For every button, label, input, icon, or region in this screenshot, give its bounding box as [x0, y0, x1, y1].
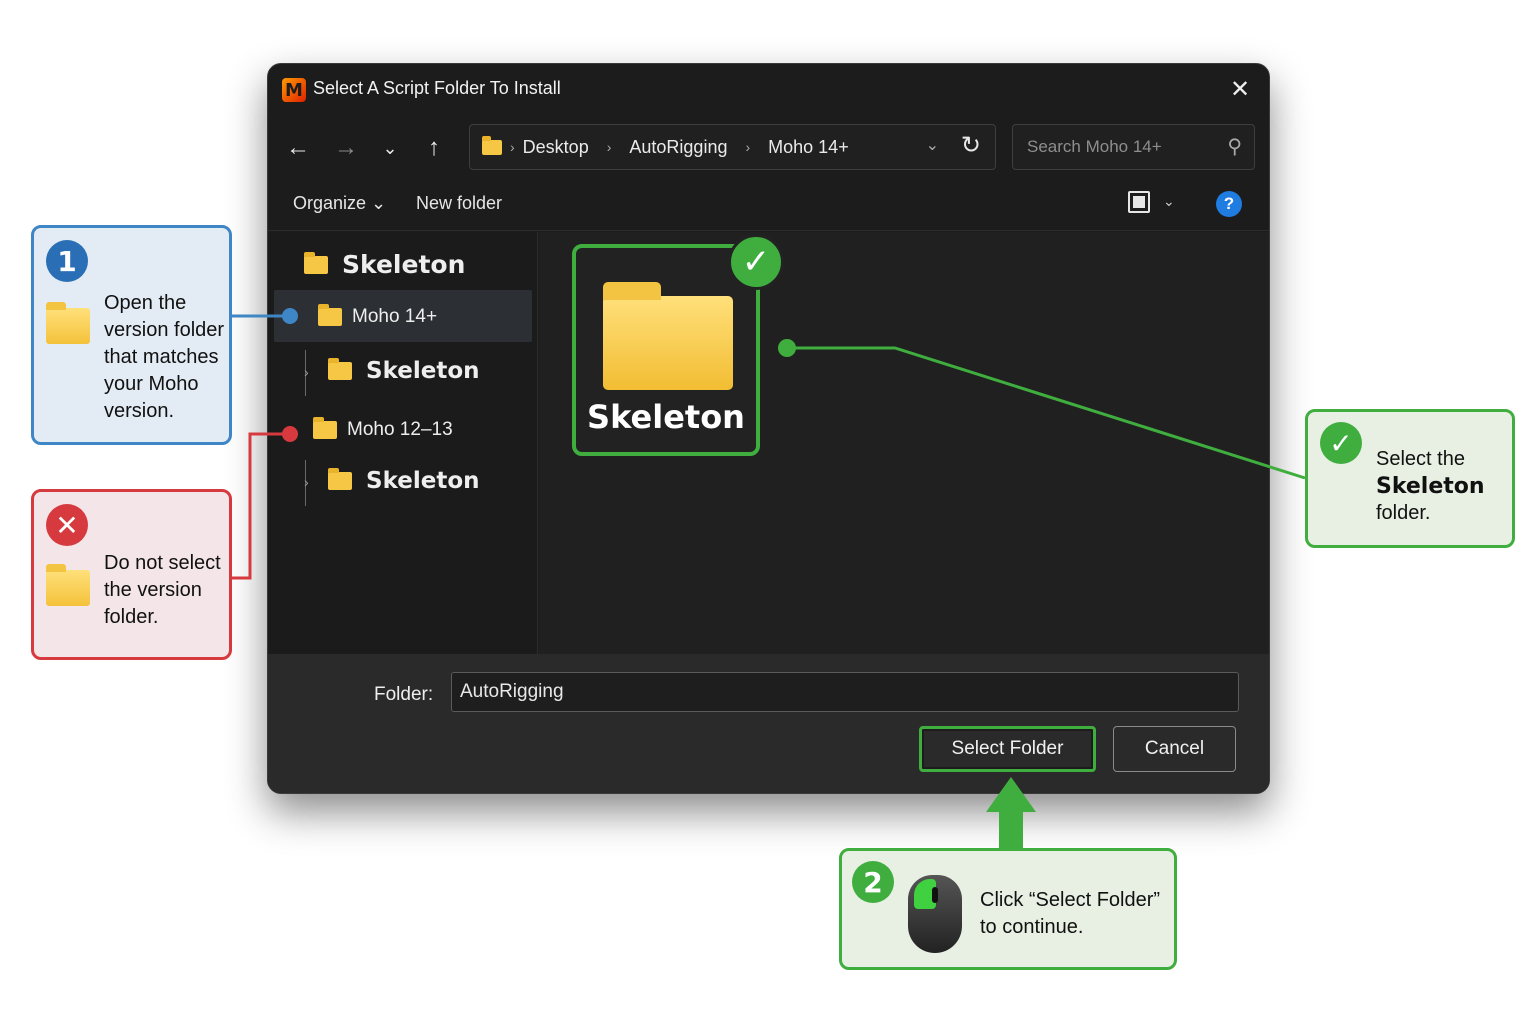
checkmark-icon: ✓ — [728, 234, 784, 290]
tree-item-skeleton-root[interactable]: Skeleton — [304, 250, 465, 279]
callout-step-1: 1 Open the version folder that matches y… — [31, 225, 232, 445]
organize-menu[interactable]: Organize ⌄ — [293, 193, 386, 214]
folder-icon — [313, 417, 337, 439]
breadcrumb-separator: › — [745, 139, 751, 155]
folder-tile-label: Skeleton — [587, 398, 745, 436]
back-arrow-icon[interactable]: ← — [280, 130, 316, 166]
callout-text: Select the Skeleton folder. — [1376, 448, 1485, 524]
folder-icon — [482, 135, 502, 155]
tree-item-skeleton-moho-12-13[interactable]: Skeleton — [328, 468, 480, 494]
tree-item-label: Moho 12–13 — [347, 419, 453, 440]
refresh-icon[interactable]: ↻ — [961, 131, 981, 160]
address-bar[interactable]: › Desktop › AutoRigging › Moho 14+ ⌄ ↻ — [469, 124, 996, 170]
folder-icon — [304, 251, 328, 274]
tree-item-skeleton-moho-14[interactable]: Skeleton — [328, 358, 480, 384]
callout-text: Open the version folder that matches you… — [104, 292, 225, 422]
close-button[interactable]: ✕ — [1225, 74, 1255, 104]
folder-tile-skeleton[interactable]: Skeleton ✓ — [572, 234, 784, 456]
folder-icon — [318, 304, 342, 326]
address-dropdown-icon[interactable]: ⌄ — [926, 135, 939, 155]
folder-icon — [46, 564, 90, 606]
command-toolbar: Organize ⌄ New folder ⌄ ? — [268, 179, 1269, 231]
callout-step-2: 2 Click “Select Folder” to continue. — [839, 848, 1177, 970]
large-folder-icon — [603, 282, 733, 390]
breadcrumb-desktop[interactable]: Desktop — [523, 137, 589, 158]
dialog-footer: Folder: AutoRigging Select Folder Cancel — [268, 654, 1269, 793]
breadcrumb-autorigging[interactable]: AutoRigging — [629, 137, 727, 158]
recent-locations-chevron-icon[interactable]: ⌄ — [372, 130, 408, 166]
navigation-pane: Skeleton Moho 14+ › Skeleton Moho 12–13 … — [268, 232, 538, 654]
tree-item-label: Skeleton — [342, 250, 466, 279]
folder-icon — [328, 468, 352, 490]
callout-text: Do not select the version folder. — [104, 552, 221, 628]
help-icon[interactable]: ? — [1216, 191, 1242, 217]
folder-icon — [46, 302, 90, 344]
moho-app-icon: M — [282, 78, 306, 102]
step-number-badge: 1 — [46, 240, 88, 282]
tree-item-moho-14[interactable]: Moho 14+ — [318, 304, 438, 328]
mouse-left-click-icon — [908, 875, 962, 953]
step-number-badge: 2 — [852, 861, 894, 903]
navigation-bar: ← → ⌄ ↑ › Desktop › AutoRigging › Moho 1… — [268, 122, 1269, 174]
select-folder-button[interactable]: Select Folder — [919, 726, 1096, 772]
x-error-icon: ✕ — [46, 504, 88, 546]
view-dropdown-icon[interactable]: ⌄ — [1163, 193, 1175, 210]
tree-item-label: Skeleton — [366, 468, 480, 494]
callout-select-skeleton: ✓ Select the Skeleton folder. — [1305, 409, 1515, 548]
new-folder-button[interactable]: New folder — [416, 193, 502, 214]
tree-item-moho-12-13[interactable]: Moho 12–13 — [313, 417, 453, 441]
expand-chevron-icon[interactable]: › — [304, 364, 309, 380]
file-list-pane: Skeleton ✓ — [539, 232, 1269, 654]
forward-arrow-icon[interactable]: → — [328, 130, 364, 166]
search-placeholder: Search Moho 14+ — [1027, 137, 1162, 156]
search-input[interactable]: Search Moho 14+ ⚲ — [1012, 124, 1255, 170]
callout-text: Click “Select Folder” to continue. — [980, 889, 1161, 938]
view-mode-icon[interactable] — [1128, 191, 1150, 213]
up-arrow-icon[interactable]: ↑ — [416, 130, 452, 166]
title-bar: M Select A Script Folder To Install ✕ — [268, 64, 1269, 116]
folder-icon — [328, 358, 352, 380]
tree-item-label: Moho 14+ — [352, 306, 438, 327]
folder-name-input[interactable]: AutoRigging — [451, 672, 1239, 712]
file-dialog: M Select A Script Folder To Install ✕ ← … — [267, 63, 1270, 794]
callout-do-not-select: ✕ Do not select the version folder. — [31, 489, 232, 660]
tree-item-label: Skeleton — [366, 358, 480, 384]
checkmark-icon: ✓ — [1320, 422, 1362, 464]
breadcrumb-moho-14[interactable]: Moho 14+ — [768, 137, 849, 158]
folder-field-label: Folder: — [374, 684, 434, 705]
expand-chevron-icon[interactable]: › — [304, 474, 309, 490]
breadcrumb-separator: › — [606, 139, 612, 155]
dialog-title: Select A Script Folder To Install — [313, 78, 561, 98]
search-icon[interactable]: ⚲ — [1227, 134, 1242, 159]
breadcrumb-separator: › — [510, 139, 515, 155]
cancel-button[interactable]: Cancel — [1113, 726, 1236, 772]
